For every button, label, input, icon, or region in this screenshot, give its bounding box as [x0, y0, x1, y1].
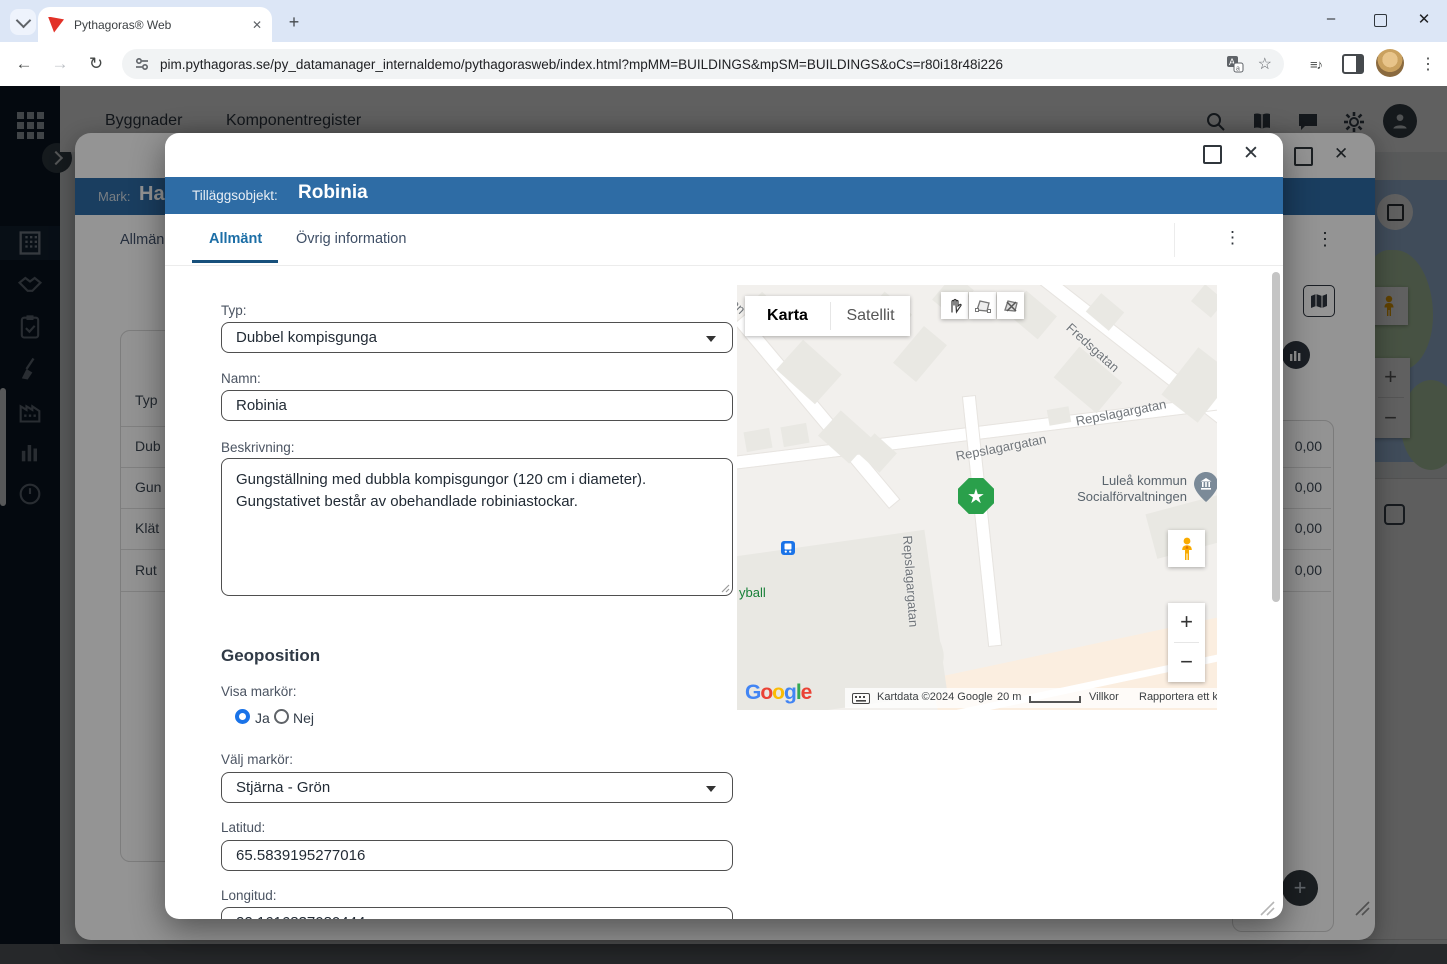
- geoposition-heading: Geoposition: [221, 646, 320, 666]
- beskrivning-value: Gungställning med dubbla kompisgungor (1…: [236, 469, 716, 513]
- longitud-label: Longitud:: [221, 888, 277, 903]
- map-road: [737, 315, 899, 507]
- window-minimize-button[interactable]: –: [1316, 10, 1346, 27]
- chevron-down-icon: [706, 336, 716, 342]
- namn-input[interactable]: Robinia: [221, 390, 733, 421]
- screen: Pythagoras® Web ✕ + – ✕ ← → ↻ pim.pythag…: [0, 0, 1447, 964]
- delete-polygon-button[interactable]: [997, 292, 1024, 319]
- namn-label: Namn:: [221, 371, 261, 386]
- back-button[interactable]: ←: [10, 50, 38, 78]
- polygon-delete-icon: [1003, 298, 1019, 314]
- star-marker[interactable]: ★: [958, 478, 994, 514]
- tab-allmant[interactable]: Allmänt: [209, 231, 262, 247]
- radio-nej-label: Nej: [293, 710, 314, 726]
- radio-nej[interactable]: [274, 709, 289, 724]
- modal-title-bar: Tilläggsobjekt: Robinia: [165, 177, 1283, 214]
- zoom-control: + −: [1168, 603, 1205, 682]
- chevron-down-icon: [15, 12, 31, 28]
- browser-menu-button[interactable]: ⋮: [1414, 50, 1442, 78]
- tab-ovrig-information[interactable]: Övrig information: [296, 231, 406, 247]
- pegman-button[interactable]: [1168, 530, 1205, 567]
- zoom-out-button[interactable]: −: [1168, 643, 1205, 680]
- forward-button[interactable]: →: [46, 50, 74, 78]
- poi-clipped-label: yball: [739, 585, 766, 600]
- bus-stop-icon[interactable]: [781, 541, 795, 555]
- zoom-in-button[interactable]: +: [1168, 603, 1205, 640]
- terms-link[interactable]: Villkor: [1089, 691, 1119, 703]
- textarea-resize-handle[interactable]: [720, 583, 730, 593]
- latitud-input[interactable]: 65.5839195277016: [221, 840, 733, 871]
- valj-markor-value: Stjärna - Grön: [236, 779, 330, 796]
- tillaggsobjekt-modal: ✕ Tilläggsobjekt: Robinia Allmänt Övrig …: [165, 133, 1283, 919]
- google-map[interactable]: Fredsgatan Repslagargatan Repslagargatan…: [737, 285, 1217, 710]
- latitud-label: Latitud:: [221, 820, 265, 835]
- browser-toolbar: ← → ↻ pim.pythagoras.se/py_datamanager_i…: [0, 42, 1447, 87]
- longitud-value: 22.1616837080444: [236, 914, 365, 919]
- map-attribution-bar: Kartdata ©2024 Google 20 m Villkor Rappo…: [845, 688, 1217, 708]
- modal-scrollbar[interactable]: [1272, 272, 1280, 602]
- media-controls-button[interactable]: ≡♪: [1302, 50, 1330, 78]
- pegman-icon: [1178, 537, 1196, 561]
- pan-tool-button[interactable]: [941, 292, 968, 319]
- star-icon: ★: [967, 484, 985, 509]
- poi-pin-icon[interactable]: [1193, 471, 1217, 503]
- map-scale-bar: [1029, 696, 1081, 703]
- tab-title: Pythagoras® Web: [74, 18, 252, 32]
- hand-icon: [947, 298, 963, 314]
- polygon-icon: [975, 298, 991, 314]
- map-scale-label: 20 m: [997, 691, 1021, 703]
- modal-menu-button[interactable]: ⋮: [1224, 228, 1241, 248]
- browser-tabstrip: Pythagoras® Web ✕ + – ✕: [0, 0, 1447, 42]
- typ-value: Dubbel kompisgunga: [236, 329, 377, 346]
- modal-title: Robinia: [298, 182, 368, 204]
- active-tab-underline: [192, 260, 278, 263]
- bookmark-star-icon[interactable]: ☆: [1258, 54, 1272, 74]
- side-panel-button[interactable]: [1342, 54, 1364, 74]
- google-logo[interactable]: Google: [745, 681, 811, 705]
- new-tab-button[interactable]: +: [282, 10, 306, 34]
- visa-markor-label: Visa markör:: [221, 684, 297, 699]
- site-settings-icon[interactable]: [134, 56, 150, 72]
- playlist-icon: ≡: [1310, 57, 1317, 72]
- valj-markor-label: Välj markör:: [221, 752, 293, 767]
- translate-icon[interactable]: Aa: [1226, 55, 1244, 73]
- address-bar[interactable]: pim.pythagoras.se/py_datamanager_interna…: [122, 49, 1284, 79]
- pythagoras-favicon-icon: [48, 17, 64, 33]
- longitud-input[interactable]: 22.1616837080444: [221, 907, 733, 919]
- beskrivning-label: Beskrivning:: [221, 440, 295, 455]
- modal-resize-handle[interactable]: [1257, 898, 1275, 916]
- chevron-down-icon: [706, 786, 716, 792]
- window-maximize-button[interactable]: [1374, 14, 1387, 27]
- modal-title-label: Tilläggsobjekt:: [192, 188, 278, 203]
- map-type-karta-button[interactable]: Karta: [745, 296, 830, 336]
- profile-avatar[interactable]: [1376, 49, 1404, 77]
- typ-select[interactable]: Dubbel kompisgunga: [221, 322, 733, 353]
- map-data-attribution: Kartdata ©2024 Google: [877, 691, 993, 703]
- typ-label: Typ:: [221, 303, 247, 318]
- map-type-control: Karta Satellit: [745, 296, 910, 336]
- keyboard-icon[interactable]: [852, 693, 870, 704]
- modal-close-button[interactable]: ✕: [1243, 142, 1259, 165]
- tab-search-button[interactable]: [10, 9, 36, 35]
- latitud-value: 65.5839195277016: [236, 847, 365, 864]
- browser-tab[interactable]: Pythagoras® Web ✕: [38, 7, 272, 42]
- draw-polygon-button[interactable]: [969, 292, 996, 319]
- url-text: pim.pythagoras.se/py_datamanager_interna…: [160, 57, 1226, 72]
- music-note-icon: ♪: [1317, 57, 1323, 72]
- tab-close-icon[interactable]: ✕: [252, 18, 262, 32]
- map-type-satellit-button[interactable]: Satellit: [831, 296, 910, 336]
- poi-name-line2[interactable]: Socialförvaltningen: [1047, 489, 1187, 504]
- modal-maximize-button[interactable]: [1203, 145, 1222, 164]
- svg-text:a: a: [1236, 66, 1240, 73]
- window-close-button[interactable]: ✕: [1409, 10, 1439, 28]
- valj-markor-select[interactable]: Stjärna - Grön: [221, 772, 733, 803]
- poi-name-line1[interactable]: Luleå kommun: [1067, 473, 1187, 488]
- radio-ja[interactable]: [235, 709, 250, 724]
- radio-ja-label: Ja: [255, 710, 270, 726]
- reload-button[interactable]: ↻: [82, 50, 110, 78]
- namn-value: Robinia: [236, 397, 287, 414]
- beskrivning-textarea[interactable]: Gungställning med dubbla kompisgungor (1…: [221, 458, 733, 596]
- report-map-error-link[interactable]: Rapportera ett kartfel: [1139, 691, 1217, 703]
